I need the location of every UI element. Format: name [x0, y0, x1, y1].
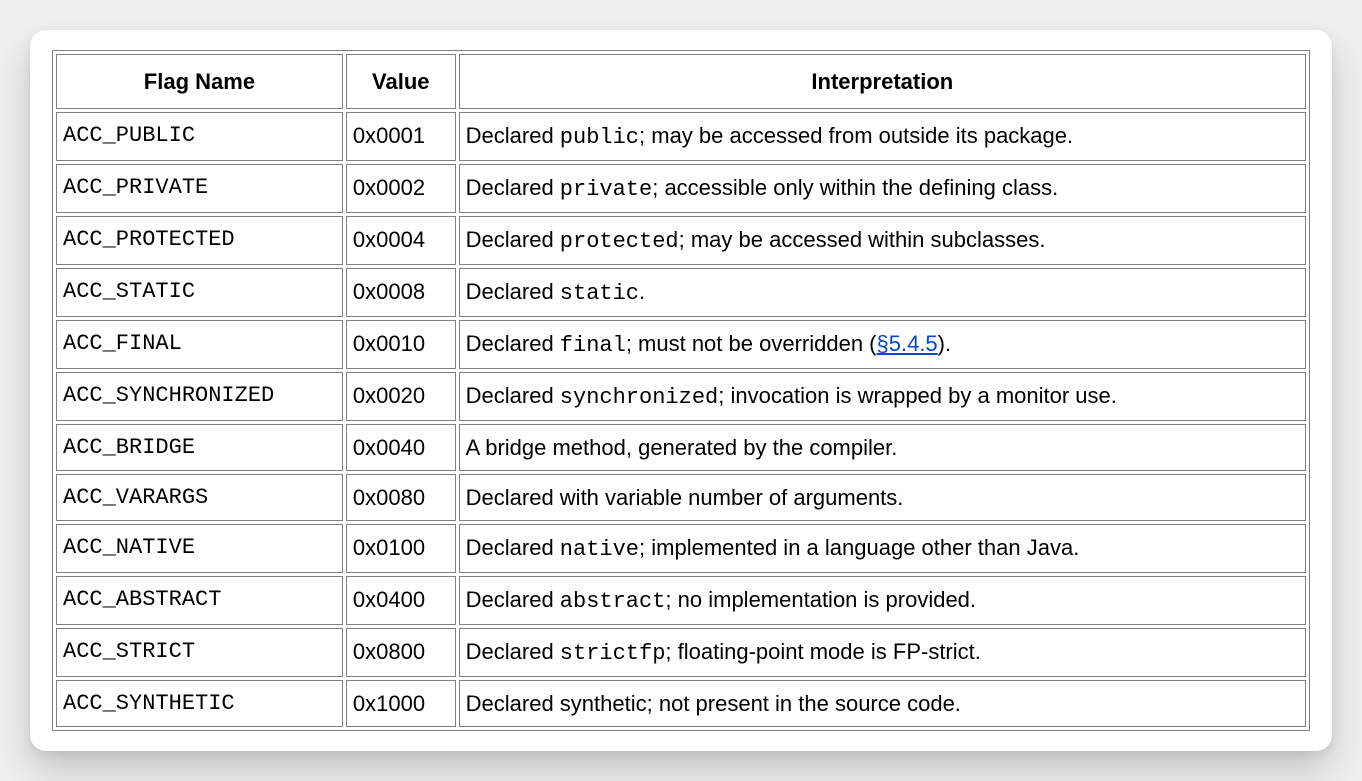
table-row: ACC_STATIC0x0008Declared static.: [56, 268, 1306, 317]
table-row: ACC_SYNCHRONIZED0x0020Declared synchroni…: [56, 372, 1306, 421]
interpretation-text: Declared: [466, 535, 560, 560]
flag-name-cell: ACC_NATIVE: [56, 524, 343, 573]
keyword-code: abstract: [560, 589, 666, 614]
flag-name-cell: ACC_STRICT: [56, 628, 343, 677]
keyword-code: native: [560, 537, 639, 562]
value-cell: 0x0040: [346, 424, 456, 471]
table-row: ACC_PUBLIC0x0001Declared public; may be …: [56, 112, 1306, 161]
value-cell: 0x0020: [346, 372, 456, 421]
interpretation-text: Declared: [466, 175, 560, 200]
value-cell: 0x0080: [346, 474, 456, 521]
table-row: ACC_PROTECTED0x0004Declared protected; m…: [56, 216, 1306, 265]
interpretation-cell: Declared abstract; no implementation is …: [459, 576, 1306, 625]
interpretation-text: .: [639, 279, 645, 304]
value-cell: 0x0002: [346, 164, 456, 213]
interpretation-text: Declared: [466, 331, 560, 356]
interpretation-cell: Declared synchronized; invocation is wra…: [459, 372, 1306, 421]
interpretation-cell: Declared protected; may be accessed with…: [459, 216, 1306, 265]
table-row: ACC_ABSTRACT0x0400Declared abstract; no …: [56, 576, 1306, 625]
interpretation-text: A bridge method, generated by the compil…: [466, 435, 898, 460]
keyword-code: final: [560, 333, 626, 358]
keyword-code: strictfp: [560, 641, 666, 666]
interpretation-cell: Declared public; may be accessed from ou…: [459, 112, 1306, 161]
flag-name-cell: ACC_PROTECTED: [56, 216, 343, 265]
access-flags-table: Flag Name Value Interpretation ACC_PUBLI…: [52, 50, 1310, 731]
value-cell: 0x0010: [346, 320, 456, 369]
table-row: ACC_VARARGS0x0080 Declared with variable …: [56, 474, 1306, 521]
value-cell: 0x0001: [346, 112, 456, 161]
interpretation-text: Declared: [466, 587, 560, 612]
interpretation-text: Declared: [466, 383, 560, 408]
value-cell: 0x0400: [346, 576, 456, 625]
interpretation-cell: Declared native; implemented in a langua…: [459, 524, 1306, 573]
interpretation-text: ).: [938, 331, 951, 356]
interpretation-text: Declared synthetic; not present in the s…: [466, 691, 961, 716]
keyword-code: static: [560, 281, 639, 306]
interpretation-text: ; floating-point mode is FP-strict.: [665, 639, 980, 664]
interpretation-cell: Declared static.: [459, 268, 1306, 317]
interpretation-text: ; invocation is wrapped by a monitor use…: [718, 383, 1117, 408]
interpretation-text: Declared with variable number of argumen…: [466, 485, 904, 510]
value-cell: 0x0004: [346, 216, 456, 265]
section-link[interactable]: §5.4.5: [877, 331, 938, 356]
value-cell: 0x0100: [346, 524, 456, 573]
interpretation-text: Declared: [466, 123, 560, 148]
interpretation-cell: A bridge method, generated by the compil…: [459, 424, 1306, 471]
header-value: Value: [346, 54, 456, 109]
interpretation-text: Declared: [466, 639, 560, 664]
table-row: ACC_BRIDGE0x0040 A bridge method, generat…: [56, 424, 1306, 471]
table-row: ACC_STRICT0x0800Declared strictfp; float…: [56, 628, 1306, 677]
interpretation-text: ; may be accessed within subclasses.: [679, 227, 1046, 252]
flag-name-cell: ACC_STATIC: [56, 268, 343, 317]
table-header-row: Flag Name Value Interpretation: [56, 54, 1306, 109]
value-cell: 0x0008: [346, 268, 456, 317]
table-card: Flag Name Value Interpretation ACC_PUBLI…: [30, 30, 1332, 751]
table-row: ACC_FINAL0x0010Declared final; must not …: [56, 320, 1306, 369]
interpretation-cell: Declared synthetic; not present in the s…: [459, 680, 1306, 727]
interpretation-text: ; may be accessed from outside its packa…: [639, 123, 1073, 148]
flag-name-cell: ACC_BRIDGE: [56, 424, 343, 471]
interpretation-cell: Declared with variable number of argumen…: [459, 474, 1306, 521]
table-row: ACC_PRIVATE0x0002Declared private; acces…: [56, 164, 1306, 213]
flag-name-cell: ACC_SYNCHRONIZED: [56, 372, 343, 421]
keyword-code: protected: [560, 229, 679, 254]
flag-name-cell: ACC_PUBLIC: [56, 112, 343, 161]
interpretation-text: ; implemented in a language other than J…: [639, 535, 1079, 560]
interpretation-text: Declared: [466, 227, 560, 252]
flag-name-cell: ACC_VARARGS: [56, 474, 343, 521]
flag-name-cell: ACC_FINAL: [56, 320, 343, 369]
keyword-code: public: [560, 125, 639, 150]
interpretation-text: Declared: [466, 279, 560, 304]
interpretation-cell: Declared private; accessible only within…: [459, 164, 1306, 213]
table-row: ACC_SYNTHETIC0x1000 Declared synthetic; n…: [56, 680, 1306, 727]
flag-name-cell: ACC_SYNTHETIC: [56, 680, 343, 727]
header-interpretation: Interpretation: [459, 54, 1306, 109]
interpretation-cell: Declared final; must not be overridden (…: [459, 320, 1306, 369]
interpretation-cell: Declared strictfp; floating-point mode i…: [459, 628, 1306, 677]
header-flag-name: Flag Name: [56, 54, 343, 109]
value-cell: 0x1000: [346, 680, 456, 727]
keyword-code: synchronized: [560, 385, 718, 410]
keyword-code: private: [560, 177, 652, 202]
table-row: ACC_NATIVE0x0100Declared native; impleme…: [56, 524, 1306, 573]
flag-name-cell: ACC_PRIVATE: [56, 164, 343, 213]
interpretation-text: ; no implementation is provided.: [665, 587, 976, 612]
interpretation-text: ; must not be overridden (: [626, 331, 877, 356]
interpretation-text: ; accessible only within the defining cl…: [652, 175, 1058, 200]
value-cell: 0x0800: [346, 628, 456, 677]
flag-name-cell: ACC_ABSTRACT: [56, 576, 343, 625]
